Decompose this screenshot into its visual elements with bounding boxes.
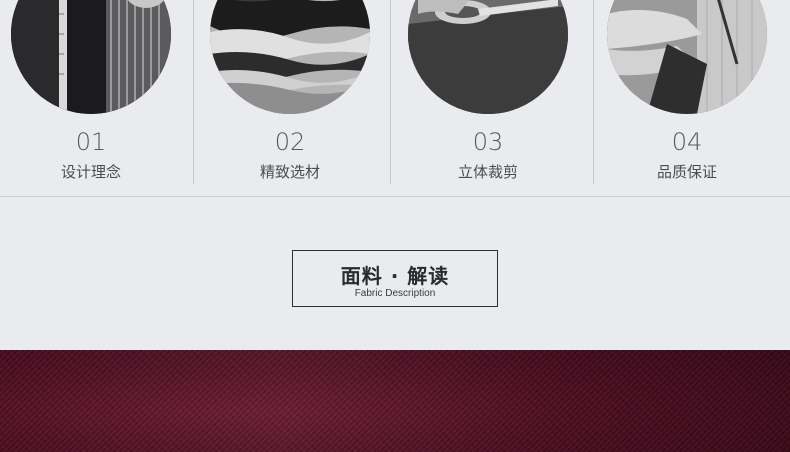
fabric-swatch-image	[0, 350, 790, 452]
feature-label: 设计理念	[60, 163, 121, 181]
scissors-cutting-photo	[408, 0, 568, 114]
feature-divider	[593, 0, 594, 184]
feature-divider	[193, 0, 194, 184]
sewing-hands-photo	[607, 0, 767, 114]
feature-number: 03	[472, 128, 504, 156]
section-title: 面料 · 解读	[340, 264, 450, 288]
tailor-measuring-image	[11, 0, 171, 114]
tailor-measuring-photo	[11, 0, 171, 114]
scissors-cutting-image	[408, 0, 568, 114]
fabric-layers-photo	[210, 0, 370, 114]
feature-item-design: 01 设计理念	[11, 0, 171, 184]
feature-item-quality: 04 品质保证	[607, 0, 767, 184]
feature-strip: 01 设计理念 02 精致选材 03 立体裁剪 04 品质保证	[0, 0, 790, 197]
feature-number: 04	[671, 128, 703, 156]
section-title-box: 面料 · 解读 Fabric Description	[292, 250, 498, 307]
feature-number: 01	[75, 128, 107, 156]
feature-label: 品质保证	[656, 163, 717, 181]
sewing-hands-image	[607, 0, 767, 114]
feature-label: 立体裁剪	[457, 163, 518, 181]
fabric-shading	[0, 350, 790, 452]
feature-item-material: 02 精致选材	[210, 0, 370, 184]
feature-item-cutting: 03 立体裁剪	[408, 0, 568, 184]
feature-divider	[390, 0, 391, 184]
fabric-layers-image	[210, 0, 370, 114]
product-detail-page: 01 设计理念 02 精致选材 03 立体裁剪 04 品质保证 面料 · 解读 …	[0, 0, 790, 452]
feature-label: 精致选材	[259, 163, 320, 181]
section-subtitle: Fabric Description	[354, 288, 436, 299]
feature-number: 02	[274, 128, 306, 156]
